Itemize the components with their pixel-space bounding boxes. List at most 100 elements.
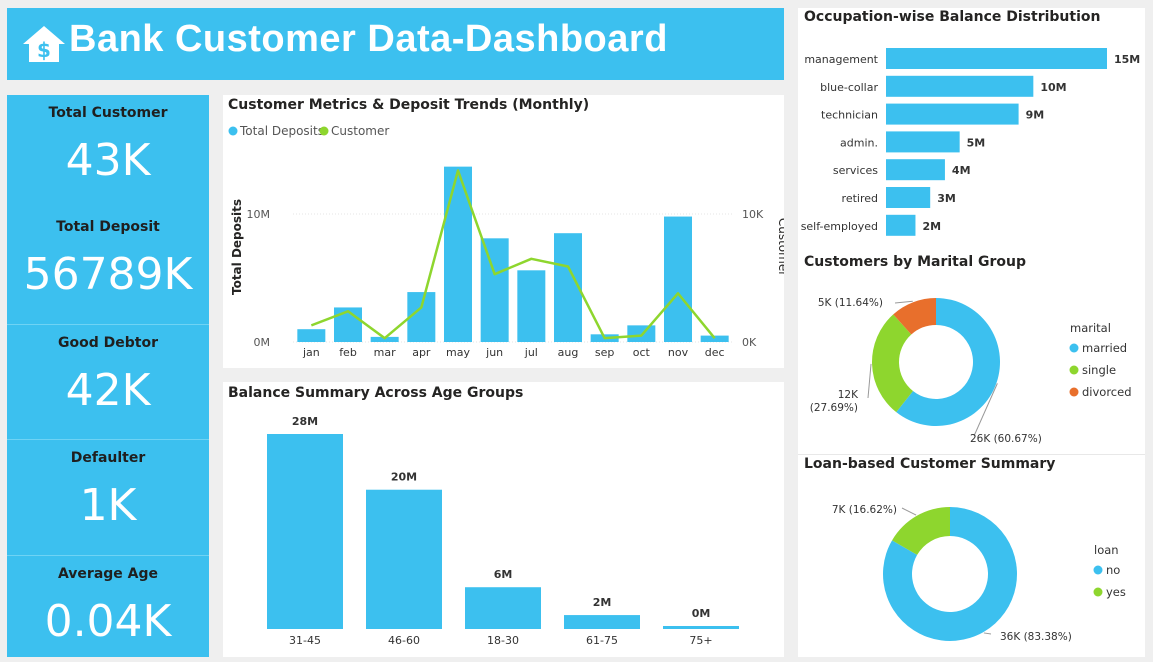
legend-marker-divorced <box>1069 387 1079 397</box>
bar-jul <box>517 270 546 342</box>
y2-tick-label: 0K <box>742 336 757 349</box>
kpi-label: Good Debtor <box>58 335 158 351</box>
data-label: (27.69%) <box>810 402 858 414</box>
legend-label: single <box>1082 363 1116 377</box>
x-tick-label: 61-75 <box>586 634 618 647</box>
data-label: 3M <box>937 192 956 205</box>
kpi-label: Total Customer <box>48 105 168 121</box>
x-tick-label: dec <box>705 346 725 359</box>
x-tick-label: aug <box>558 346 579 359</box>
legend-label: divorced <box>1082 385 1132 399</box>
x-tick-label: sep <box>595 346 614 359</box>
legend-label: Customer <box>331 124 389 138</box>
leader-line <box>901 507 917 516</box>
legend-marker-deposits <box>228 126 238 136</box>
legend-title: marital <box>1070 321 1111 335</box>
bar-31-45 <box>267 434 343 629</box>
x-tick-label: may <box>446 346 470 359</box>
age-chart: 28M 31-45 20M 46-60 6M 18-30 2M 61-75 0M 75+ <box>267 415 739 647</box>
kpi-label: Average Age <box>57 566 159 582</box>
y2-tick-label: 10K <box>742 208 764 221</box>
data-label: 2M <box>922 220 941 233</box>
marital-donut-chart[interactable]: 26K (60.67%) 12K(27.69%) 5K (11.64%) marita… <box>798 276 1145 454</box>
divider <box>798 454 1145 455</box>
legend-label: married <box>1082 341 1127 355</box>
bar-nov <box>664 216 692 342</box>
x-tick-label: nov <box>668 346 689 359</box>
bar-services <box>886 159 945 181</box>
legend-label: yes <box>1106 585 1126 599</box>
y2-axis-title: Customer <box>776 218 784 276</box>
kpi-defaulter[interactable]: Defaulter 1K <box>7 450 209 528</box>
y-tick-label: 10M <box>247 208 271 221</box>
kpi-average-age[interactable]: Average Age 0.04K <box>7 566 209 644</box>
kpi-value: 1K <box>79 480 137 531</box>
y-tick-label: 0M <box>254 336 271 349</box>
bar-technician <box>886 103 1019 125</box>
legend-label: Total Deposits <box>239 124 324 138</box>
y-tick-label: admin. <box>840 136 878 149</box>
divider <box>7 555 209 556</box>
chart-title: Occupation-wise Balance Distribution <box>804 9 1101 25</box>
x-tick-label: 31-45 <box>289 634 321 647</box>
leader-line <box>867 363 872 399</box>
bar-75+ <box>663 626 739 629</box>
monthly-chart-panel[interactable]: Customer Metrics & Deposit Trends (Month… <box>223 95 784 368</box>
kpi-value: 43K <box>65 135 151 186</box>
y-tick-label: management <box>804 53 878 66</box>
loan-donut-chart[interactable]: 36K (83.38%) 7K (16.62%) loan no yes <box>798 478 1145 654</box>
legend-marker-customer <box>319 126 329 136</box>
kpi-value: 0.04K <box>44 596 172 647</box>
data-label: 0M <box>692 607 711 620</box>
data-label: 2M <box>593 596 612 609</box>
data-label: 10M <box>1040 81 1066 94</box>
data-label: 4M <box>952 164 971 177</box>
kpi-total-customer[interactable]: Total Customer 43K <box>7 105 209 183</box>
chart-title: Customers by Marital Group <box>804 254 1026 270</box>
legend-label: no <box>1106 563 1120 577</box>
bar-blue-collar <box>886 75 1034 97</box>
age-chart-panel[interactable]: Balance Summary Across Age Groups 28M 31-… <box>223 382 784 657</box>
y-axis-title: Total Deposits <box>230 199 244 295</box>
legend-title: loan <box>1094 543 1119 557</box>
bar-jan <box>297 329 326 342</box>
data-label: 9M <box>1026 109 1045 122</box>
x-tick-label: oct <box>633 346 651 359</box>
divider <box>7 324 209 325</box>
kpi-panel: Total Customer 43K Total Deposit 56789K … <box>7 95 209 657</box>
bank-home-dollar-icon: $ <box>23 26 65 62</box>
bar-oct <box>627 325 656 342</box>
y-tick-label: retired <box>842 192 878 205</box>
kpi-total-deposit[interactable]: Total Deposit 56789K <box>7 219 209 297</box>
kpi-label: Total Deposit <box>56 219 160 235</box>
bar-admin. <box>886 131 960 153</box>
legend-marker-single <box>1069 365 1079 375</box>
customer-line <box>310 169 716 340</box>
leader-line <box>983 632 992 635</box>
data-label: 26K (60.67%) <box>970 433 1042 445</box>
occupation-chart[interactable]: management 15M blue-collar 10M technician 9M a… <box>798 38 1145 273</box>
kpi-value: 42K <box>65 365 151 416</box>
chart-title: Loan-based Customer Summary <box>804 456 1056 472</box>
data-label: 36K (83.38%) <box>1000 631 1072 643</box>
x-tick-label: 18-30 <box>487 634 519 647</box>
y-tick-label: blue-collar <box>820 81 878 94</box>
y-tick-label: services <box>833 164 878 177</box>
right-panel: Occupation-wise Balance Distribution man… <box>798 8 1145 657</box>
bar-18-30 <box>465 587 541 629</box>
x-tick-label: apr <box>412 346 431 359</box>
kpi-value: 56789K <box>23 249 193 300</box>
bar-61-75 <box>564 615 640 629</box>
svg-text:$: $ <box>37 38 51 62</box>
legend-marker-yes <box>1093 587 1103 597</box>
kpi-good-debtor[interactable]: Good Debtor 42K <box>7 335 209 413</box>
divider <box>7 439 209 440</box>
data-label: 5K (11.64%) <box>818 297 883 309</box>
leader-line <box>894 300 913 304</box>
x-tick-label: 75+ <box>689 634 712 647</box>
legend-marker-married <box>1069 343 1079 353</box>
bar-46-60 <box>366 489 442 629</box>
data-label: 28M <box>292 415 318 428</box>
bar-self-employed <box>886 214 916 236</box>
kpi-label: Defaulter <box>70 450 146 466</box>
